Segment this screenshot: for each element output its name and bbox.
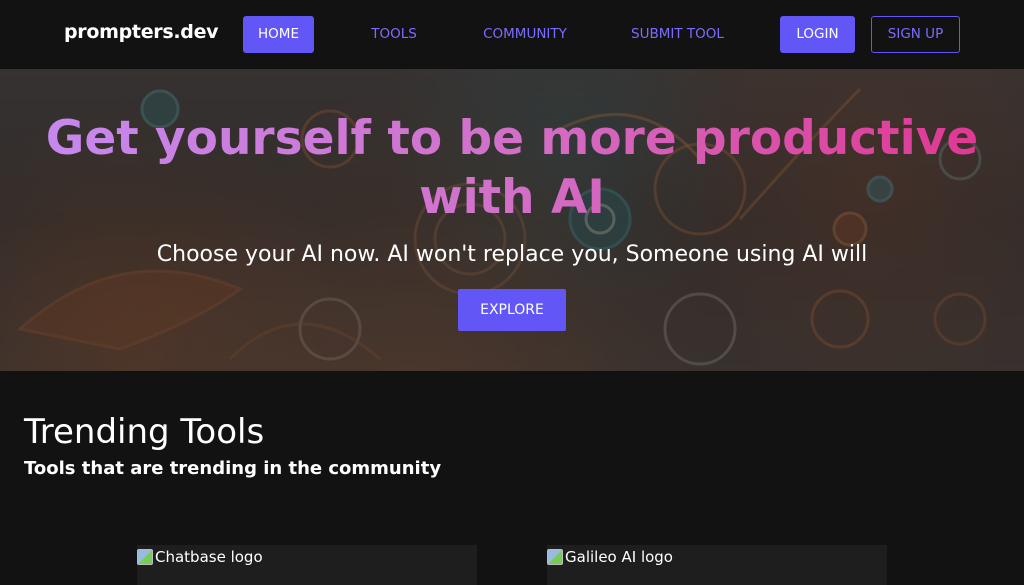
brand-logo[interactable]: prompters.dev bbox=[64, 21, 219, 43]
trending-tools-subtitle: Tools that are trending in the community bbox=[24, 458, 442, 479]
broken-image-icon bbox=[547, 549, 563, 565]
chatbase-logo-alt: Chatbase logo bbox=[155, 548, 263, 566]
signup-button[interactable]: SIGN UP bbox=[871, 16, 960, 53]
top-navbar: prompters.dev HOME TOOLS COMMUNITY SUBMI… bbox=[0, 0, 1024, 69]
tool-card-chatbase[interactable]: Chatbase logo bbox=[137, 545, 477, 585]
nav-tools[interactable]: TOOLS bbox=[356, 16, 432, 53]
nav-submit-tool[interactable]: SUBMIT TOOL bbox=[620, 16, 735, 53]
tool-card-galileo-ai[interactable]: Galileo AI logo bbox=[547, 545, 887, 585]
hero-subtitle: Choose your AI now. AI won't replace you… bbox=[156, 242, 868, 267]
galileo-ai-logo-alt: Galileo AI logo bbox=[565, 548, 673, 566]
chatbase-logo: Chatbase logo bbox=[137, 545, 263, 569]
hero-title: Get yourself to be more productive with … bbox=[20, 109, 1004, 227]
nav-home[interactable]: HOME bbox=[243, 16, 314, 53]
hero-section: Get yourself to be more productive with … bbox=[0, 69, 1024, 371]
nav-community[interactable]: COMMUNITY bbox=[470, 16, 580, 53]
broken-image-icon bbox=[137, 549, 153, 565]
explore-button[interactable]: EXPLORE bbox=[458, 289, 566, 331]
galileo-ai-logo: Galileo AI logo bbox=[547, 545, 673, 569]
trending-tools-heading: Trending Tools bbox=[24, 412, 265, 452]
login-button[interactable]: LOGIN bbox=[780, 16, 855, 53]
